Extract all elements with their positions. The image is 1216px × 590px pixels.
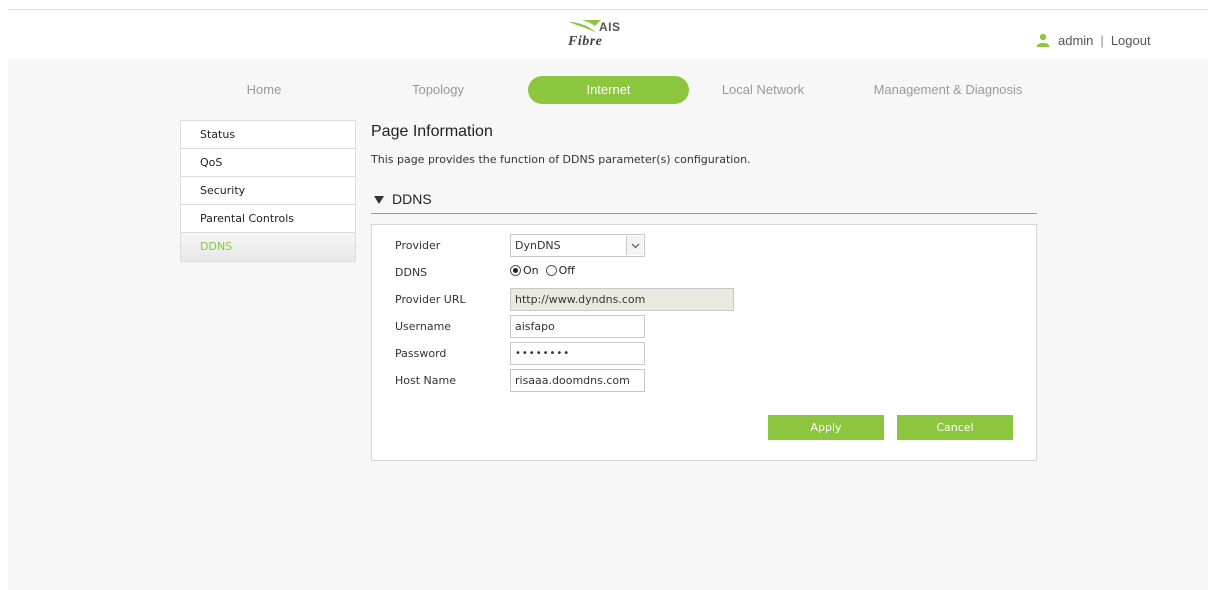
ddns-radio-group: On Off [510, 264, 582, 277]
ddns-on-label[interactable]: On [523, 264, 539, 277]
ais-fibre-logo: AIS Fibre [568, 20, 638, 49]
username-row: Username aisfapo [372, 315, 1036, 339]
cancel-button[interactable]: Cancel [897, 415, 1013, 440]
username-input[interactable]: aisfapo [510, 315, 645, 338]
provider-row: Provider DynDNS [372, 234, 1036, 258]
tab-internet[interactable]: Internet [528, 76, 689, 104]
hostname-row: Host Name risaaa.doomdns.com [372, 369, 1036, 393]
user-separator: | [1100, 32, 1104, 48]
sidebar: Status QoS Security Parental Controls DD… [180, 120, 356, 262]
provider-url-label: Provider URL [395, 293, 466, 306]
sidebar-item-qos[interactable]: QoS [181, 149, 355, 177]
password-label: Password [395, 347, 447, 360]
user-bar: admin | Logout [1036, 31, 1151, 49]
page-title: Page Information [371, 123, 493, 140]
provider-url-field: http://www.dyndns.com [510, 288, 734, 311]
collapse-triangle-icon[interactable] [374, 196, 384, 204]
provider-select-value: DynDNS [515, 239, 561, 252]
apply-button[interactable]: Apply [768, 415, 884, 440]
logout-link[interactable]: Logout [1111, 33, 1151, 48]
ddns-section-header[interactable]: DDNS [371, 188, 1037, 214]
ddns-label: DDNS [395, 266, 428, 279]
header: AIS Fibre admin | Logout [0, 10, 1216, 59]
username-label: Username [395, 320, 452, 333]
ddns-row: DDNS On Off [372, 261, 1036, 285]
password-input[interactable]: •••••••• [510, 342, 645, 365]
main-nav: Home Topology Internet Local Network Man… [8, 76, 1208, 104]
main-panel: Home Topology Internet Local Network Man… [8, 59, 1208, 590]
sidebar-item-status[interactable]: Status [181, 121, 355, 149]
sidebar-item-parental-controls[interactable]: Parental Controls [181, 205, 355, 233]
password-row: Password •••••••• [372, 342, 1036, 366]
page-description: This page provides the function of DDNS … [371, 153, 751, 166]
provider-url-row: Provider URL http://www.dyndns.com [372, 288, 1036, 312]
section-title: DDNS [392, 191, 432, 207]
user-name: admin [1058, 32, 1094, 48]
provider-label: Provider [395, 239, 441, 252]
logo-product-text: Fibre [568, 34, 603, 49]
hostname-label: Host Name [395, 374, 456, 387]
tab-home[interactable]: Home [214, 76, 314, 104]
sidebar-item-ddns[interactable]: DDNS [181, 233, 355, 261]
tab-local-network[interactable]: Local Network [708, 76, 818, 104]
ddns-off-label[interactable]: Off [559, 264, 575, 277]
chevron-down-icon [626, 236, 643, 255]
hostname-input[interactable]: risaaa.doomdns.com [510, 369, 645, 392]
user-icon [1036, 33, 1050, 47]
tab-topology[interactable]: Topology [388, 76, 488, 104]
ddns-form: Provider DynDNS DDNS On Off Provider URL… [371, 224, 1037, 461]
ddns-on-radio[interactable] [510, 265, 521, 276]
tab-management-diagnosis[interactable]: Management & Diagnosis [858, 76, 1038, 104]
ddns-off-radio[interactable] [545, 265, 557, 276]
logo-brand-text: AIS [599, 20, 621, 34]
provider-select[interactable]: DynDNS [510, 234, 645, 257]
sidebar-item-security[interactable]: Security [181, 177, 355, 205]
